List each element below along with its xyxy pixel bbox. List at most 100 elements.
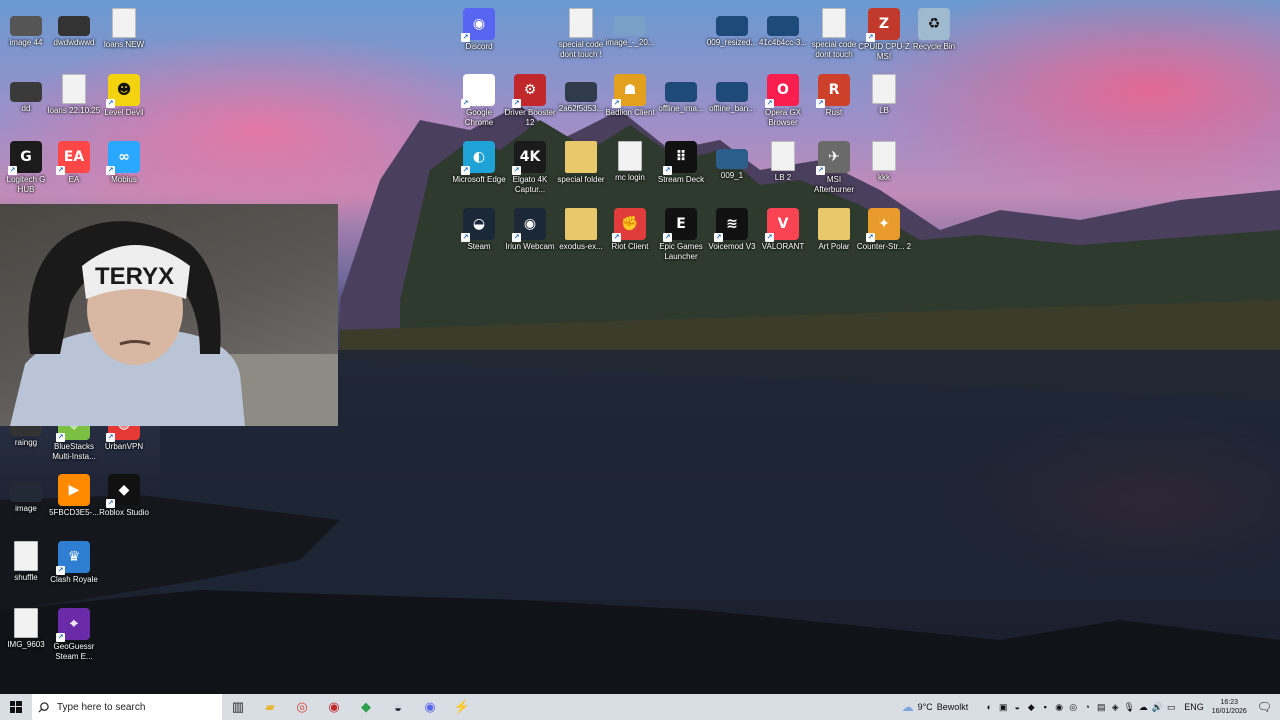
desktop-icon-cpuid-cpu-z-msi[interactable]: ZCPUID CPU-Z MSI xyxy=(856,8,912,62)
desktop-icon-label: special folder xyxy=(557,175,605,184)
desktop-icon-5fbcd3e5[interactable]: ▶ 5FBCD3E5-... xyxy=(46,474,102,518)
steam-icon: ◒ xyxy=(461,208,495,242)
desktop-icon-dwdwdwwd[interactable]: dwdwdwwd xyxy=(46,8,102,48)
desktop-icon-art-polar[interactable]: Art Polar xyxy=(806,208,862,252)
taskbar-search[interactable]: Type here to search xyxy=(32,694,222,720)
desktop-icon-label: mc login xyxy=(615,173,645,182)
desktop-icon-label: BlueStacks Multi-Insta... xyxy=(52,442,96,461)
language-indicator[interactable]: ENG xyxy=(1184,702,1204,712)
desktop-icon-mc-login[interactable]: mc login xyxy=(602,141,658,183)
volume-icon[interactable]: 🔊 xyxy=(1150,702,1164,713)
desktop-icon-009-resized[interactable]: 009_resized... xyxy=(704,8,760,48)
taskbar-discord-button[interactable]: ◉ xyxy=(414,694,446,720)
desktop-icon-valorant[interactable]: VVALORANT xyxy=(755,208,811,252)
taskbar-app2-button[interactable]: ⚡ xyxy=(446,694,478,720)
tray-app-icon[interactable]: ◈ xyxy=(1108,702,1122,713)
desktop-icon-special-folder[interactable]: special folder xyxy=(553,141,609,185)
image-thumbnail-icon xyxy=(716,82,748,102)
desktop-icon-kkk[interactable]: kkk xyxy=(856,141,912,183)
desktop-icon-clash-royale[interactable]: ♛Clash Royale xyxy=(46,541,102,585)
taskbar-task-view-button[interactable]: ▥ xyxy=(222,694,254,720)
cloud-sync-icon[interactable]: ☁ xyxy=(1136,702,1150,713)
image-thumbnail-icon xyxy=(665,82,697,102)
tray-app-icon[interactable]: ◎ xyxy=(1066,702,1080,713)
desktop-icon-lb[interactable]: LB xyxy=(856,74,912,116)
tray-app-icon[interactable]: ◐ xyxy=(982,702,996,712)
desktop-icon-geoguessr-steam-e[interactable]: ⌖GeoGuessr Steam E... xyxy=(46,608,102,662)
desktop-icon-elgato-4k-captur[interactable]: 4KElgato 4K Captur... xyxy=(502,141,558,195)
elgato-icon: 4K xyxy=(512,141,546,175)
taskbar-chrome-button[interactable]: ◎ xyxy=(286,694,318,720)
tray-steam-icon[interactable]: ◒ xyxy=(1010,702,1024,712)
folder-icon xyxy=(565,141,597,173)
taskbar-app-button[interactable]: ◆ xyxy=(350,694,382,720)
desktop-icon-roblox-studio[interactable]: ◆Roblox Studio xyxy=(96,474,152,518)
desktop-icon-mobius[interactable]: ∞Mobius xyxy=(96,141,152,185)
taskbar-steam-button[interactable]: ◒ xyxy=(382,694,414,720)
desktop-icon-epic-games-launcher[interactable]: EEpic Games Launcher xyxy=(653,208,709,262)
weather-temp[interactable]: 9°C xyxy=(918,702,933,712)
desktop-icon-label: dwdwdwwd xyxy=(53,38,95,47)
tray-app-icon[interactable]: ◉ xyxy=(1052,702,1066,713)
desktop-icon-counter-str-2[interactable]: ✦Counter-Str... 2 xyxy=(856,208,912,252)
microphone-icon[interactable]: 🎙 xyxy=(1122,702,1136,713)
desktop-icon-lb-2[interactable]: LB 2 xyxy=(755,141,811,183)
play-icon: ▶ xyxy=(58,474,90,506)
tray-app-icon[interactable]: ◔ xyxy=(1080,702,1094,712)
desktop-icon-ea[interactable]: EAEA xyxy=(46,141,102,185)
desktop-icon-level-devil[interactable]: ☻Level Devil xyxy=(96,74,152,118)
tray-app-icon[interactable]: ▣ xyxy=(996,702,1010,713)
desktop-icon-image-20[interactable]: image_-_20... xyxy=(602,8,658,48)
desktop-icon-msi-afterburner[interactable]: ✈MSI Afterburner xyxy=(806,141,862,195)
desktop-icon-special-code-dont-touch[interactable]: special code dont touch ! xyxy=(553,8,609,60)
start-button[interactable] xyxy=(0,694,32,720)
chrome-icon: ◎ xyxy=(461,74,495,108)
clock[interactable]: 16:23 16/01/2026 xyxy=(1212,698,1247,716)
document-icon xyxy=(822,8,846,38)
desktop-icon-rust[interactable]: RRust xyxy=(806,74,862,118)
image-thumbnail-icon xyxy=(58,16,90,36)
desktop-icon-recycle-bin[interactable]: ♻ Recycle Bin xyxy=(906,8,962,52)
taskbar-driver-booster-button[interactable]: ◉ xyxy=(318,694,350,720)
folder-icon xyxy=(818,208,850,240)
desktop-icon-badlion-client[interactable]: ☗Badlion Client xyxy=(602,74,658,118)
desktop-icon-steam[interactable]: ◒Steam xyxy=(451,208,507,252)
desktop-icon-label: GeoGuessr Steam E... xyxy=(53,642,95,661)
desktop-icon-offline-ima[interactable]: offline_ima... xyxy=(653,74,709,114)
desktop-icon-offline-ban[interactable]: offline_ban... xyxy=(704,74,760,114)
desktop-icon-label: Recycle Bin xyxy=(912,42,956,51)
weather-text[interactable]: Bewolkt xyxy=(937,702,969,712)
desktop-icon-microsoft-edge[interactable]: ◐Microsoft Edge xyxy=(451,141,507,185)
desktop-icon-loans-22-10-25[interactable]: loans 22.10.25 xyxy=(46,74,102,116)
desktop-icon-special-code-dont-touch[interactable]: special code dont touch xyxy=(806,8,862,60)
clock-time: 16:23 xyxy=(1220,699,1238,706)
image-thumbnail-icon xyxy=(10,82,42,102)
tray-app-icon[interactable]: ▪ xyxy=(1038,702,1052,712)
notification-icon[interactable]: 🗨 xyxy=(1257,700,1272,714)
desktop-icon-driver-booster-12[interactable]: ⚙Driver Booster 12 xyxy=(502,74,558,128)
taskbar-file-explorer-button[interactable]: ▰ xyxy=(254,694,286,720)
desktop-icon-label: Driver Booster 12 xyxy=(504,108,556,127)
desktop-icon-exodus-ex[interactable]: exodus-ex... xyxy=(553,208,609,252)
network-icon[interactable]: ▭ xyxy=(1164,702,1178,713)
search-icon xyxy=(38,701,49,713)
desktop-icon-iriun-webcam[interactable]: ◉Iriun Webcam xyxy=(502,208,558,252)
desktop-icon-stream-deck[interactable]: ⠿Stream Deck xyxy=(653,141,709,185)
desktop-icon-opera-gx-browser[interactable]: OOpera GX Browser xyxy=(755,74,811,128)
desktop-icon-label: Microsoft Edge xyxy=(452,175,506,184)
document-icon xyxy=(872,141,896,171)
desktop-icon-009-1[interactable]: 009_1 xyxy=(704,141,760,181)
desktop-icon-2a62f5d53[interactable]: 2a62f5d53... xyxy=(553,74,609,114)
desktop-icon-discord[interactable]: ◉Discord xyxy=(451,8,507,52)
desktop-icon-loans-new[interactable]: loans NEW xyxy=(96,8,152,50)
desktop-icon-41c4b4cc-3[interactable]: 41c4b4cc-3... xyxy=(755,8,811,48)
desktop-icon-label: Steam xyxy=(467,242,491,251)
tray-app-icon[interactable]: ◆ xyxy=(1024,702,1038,713)
desktop-icon-google-chrome[interactable]: ◎Google Chrome xyxy=(451,74,507,128)
tray-app-icon[interactable]: ▤ xyxy=(1094,702,1108,713)
document-icon xyxy=(872,74,896,104)
desktop-icon-label: Rust xyxy=(825,108,843,117)
desktop-icon-voicemod-v3[interactable]: ≋Voicemod V3 xyxy=(704,208,760,252)
desktop-icon-riot-client[interactable]: ✊Riot Client xyxy=(602,208,658,252)
edge-icon: ◐ xyxy=(461,141,495,175)
